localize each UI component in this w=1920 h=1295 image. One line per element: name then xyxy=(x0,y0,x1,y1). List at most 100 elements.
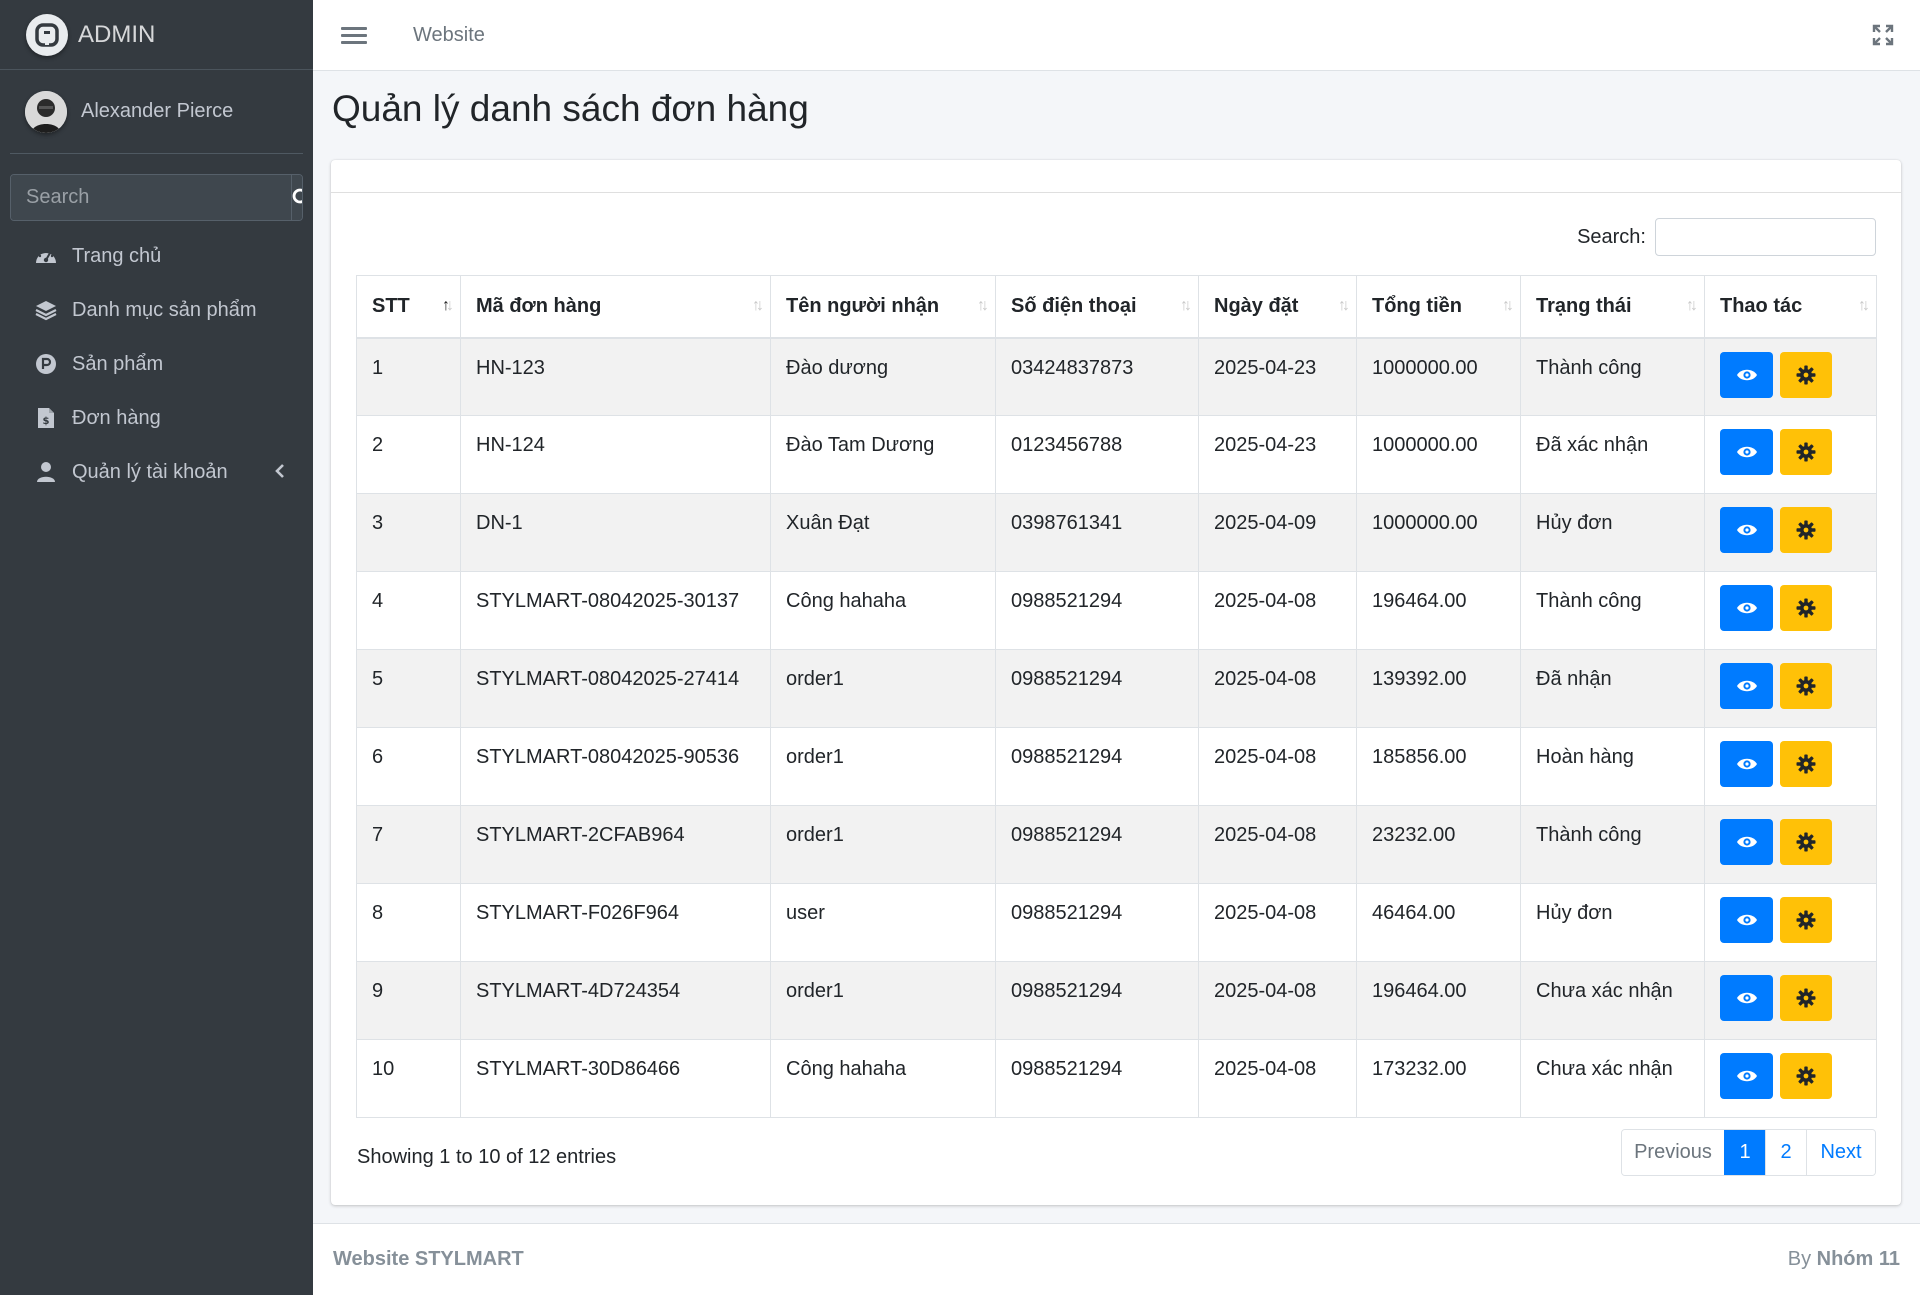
row-actions xyxy=(1720,585,1861,631)
fullscreen-icon[interactable] xyxy=(1872,24,1894,46)
column-header-status[interactable]: Trạng thái ↑↓ xyxy=(1520,275,1705,339)
gear-icon xyxy=(1796,832,1816,852)
sidebar-item-categories[interactable]: Danh mục sản phẩm xyxy=(0,283,313,337)
gear-icon xyxy=(1796,442,1816,462)
view-order-button[interactable] xyxy=(1720,975,1773,1021)
cell-order-code: HN-124 xyxy=(460,415,771,494)
cell-stt: 3 xyxy=(356,493,461,572)
hamburger-menu-icon[interactable] xyxy=(341,22,367,48)
cell-order-code: STYLMART-30D86466 xyxy=(460,1039,771,1118)
cell-total: 46464.00 xyxy=(1356,883,1521,962)
cell-order-date: 2025-04-08 xyxy=(1198,727,1357,806)
cell-actions xyxy=(1704,571,1877,650)
column-header-actions[interactable]: Thao tác ↑↓ xyxy=(1704,275,1877,339)
topbar-website-link[interactable]: Website xyxy=(413,24,485,47)
sidebar-item-home[interactable]: Trang chủ xyxy=(0,229,313,283)
pagination-next[interactable]: Next xyxy=(1806,1130,1875,1175)
column-header-stt[interactable]: STT ↑↓ xyxy=(356,275,461,339)
edit-order-button[interactable] xyxy=(1780,507,1832,553)
view-order-button[interactable] xyxy=(1720,351,1773,398)
view-order-button[interactable] xyxy=(1720,507,1773,553)
view-order-button[interactable] xyxy=(1720,741,1773,787)
eye-icon xyxy=(1736,834,1758,850)
sidebar-item-label: Quản lý tài khoản xyxy=(72,460,228,483)
cell-total: 196464.00 xyxy=(1356,961,1521,1040)
view-order-button[interactable] xyxy=(1720,585,1773,631)
gear-icon xyxy=(1796,676,1816,696)
edit-order-button[interactable] xyxy=(1780,975,1832,1021)
user-avatar[interactable] xyxy=(25,90,67,133)
sidebar-item-accounts[interactable]: Quản lý tài khoản xyxy=(0,445,313,499)
eye-icon xyxy=(1736,600,1758,616)
user-panel[interactable]: Alexander Pierce xyxy=(10,70,303,154)
table-search-input[interactable] xyxy=(1655,218,1876,256)
cell-phone: 0988521294 xyxy=(995,571,1199,650)
view-order-button[interactable] xyxy=(1720,429,1773,475)
cell-recipient: Xuân Đạt xyxy=(770,493,996,572)
view-order-button[interactable] xyxy=(1720,663,1773,709)
cell-actions xyxy=(1704,727,1877,806)
cell-phone: 0988521294 xyxy=(995,805,1199,884)
table-row: 2 HN-124 Đào Tam Dương 0123456788 2025-04-23… xyxy=(356,415,1877,494)
cell-stt: 2 xyxy=(356,415,461,494)
edit-order-button[interactable] xyxy=(1780,663,1832,709)
user-icon xyxy=(34,460,58,484)
table-search: Search: xyxy=(1577,218,1876,256)
brand-title: ADMIN xyxy=(78,20,156,48)
edit-order-button[interactable] xyxy=(1780,1053,1832,1099)
cell-phone: 0988521294 xyxy=(995,727,1199,806)
view-order-button[interactable] xyxy=(1720,897,1773,943)
column-header-total[interactable]: Tổng tiền ↑↓ xyxy=(1356,275,1521,339)
table-info: Showing 1 to 10 of 12 entries xyxy=(357,1146,617,1168)
cell-status: Đã nhận xyxy=(1520,649,1705,728)
edit-order-button[interactable] xyxy=(1780,351,1832,398)
eye-icon xyxy=(1736,912,1758,928)
page-title: Quản lý danh sách đơn hàng xyxy=(332,88,809,129)
edit-order-button[interactable] xyxy=(1780,585,1832,631)
column-header-order-code[interactable]: Mã đơn hàng ↑↓ xyxy=(460,275,771,339)
table-search-label: Search: xyxy=(1577,225,1646,248)
view-order-button[interactable] xyxy=(1720,819,1773,865)
cell-recipient: order1 xyxy=(770,649,996,728)
cell-actions xyxy=(1704,961,1877,1040)
row-actions xyxy=(1720,429,1861,475)
edit-order-button[interactable] xyxy=(1780,819,1832,865)
cell-order-date: 2025-04-08 xyxy=(1198,883,1357,962)
brand-link[interactable]: ADMIN xyxy=(0,0,313,70)
edit-order-button[interactable] xyxy=(1780,429,1832,475)
cell-actions xyxy=(1704,1039,1877,1118)
cell-order-date: 2025-04-09 xyxy=(1198,493,1357,572)
cell-phone: 0988521294 xyxy=(995,961,1199,1040)
cell-recipient: Công hahaha xyxy=(770,571,996,650)
pagination-previous[interactable]: Previous xyxy=(1622,1130,1724,1175)
cell-actions xyxy=(1704,493,1877,572)
orders-table-body: 1 HN-123 Đào dương 03424837873 2025-04-23 100… xyxy=(356,337,1877,1118)
cell-order-date: 2025-04-08 xyxy=(1198,961,1357,1040)
user-name[interactable]: Alexander Pierce xyxy=(81,100,233,123)
gear-icon xyxy=(1796,520,1816,540)
column-header-recipient[interactable]: Tên người nhận ↑↓ xyxy=(770,275,996,339)
sidebar-search-button[interactable] xyxy=(291,175,302,220)
view-order-button[interactable] xyxy=(1720,1053,1773,1099)
sidebar-item-products[interactable]: Sản phẩm xyxy=(0,337,313,391)
sidebar-item-orders[interactable]: $ Đơn hàng xyxy=(0,391,313,445)
pagination-page-2[interactable]: 2 xyxy=(1765,1130,1806,1175)
table-row: 5 STYLMART-08042025-27414 order1 0988521294… xyxy=(356,649,1877,728)
cell-order-date: 2025-04-23 xyxy=(1198,337,1357,416)
edit-order-button[interactable] xyxy=(1780,741,1832,787)
cell-order-date: 2025-04-23 xyxy=(1198,415,1357,494)
cell-recipient: Công hahaha xyxy=(770,1039,996,1118)
edit-order-button[interactable] xyxy=(1780,897,1832,943)
cell-recipient: Đào Tam Dương xyxy=(770,415,996,494)
cell-total: 1000000.00 xyxy=(1356,493,1521,572)
cell-total: 185856.00 xyxy=(1356,727,1521,806)
sidebar: ADMIN Alexander Pierce Search Trang chủ … xyxy=(0,0,313,1295)
row-actions xyxy=(1720,507,1861,553)
sidebar-search-input[interactable] xyxy=(11,175,291,220)
column-header-phone[interactable]: Số điện thoại ↑↓ xyxy=(995,275,1199,339)
cell-actions xyxy=(1704,415,1877,494)
pagination-page-1[interactable]: 1 xyxy=(1724,1130,1765,1175)
column-header-order-date[interactable]: Ngày đặt ↑↓ xyxy=(1198,275,1357,339)
table-row: 4 STYLMART-08042025-30137 Công hahaha 09885… xyxy=(356,571,1877,650)
table-header-row: STT ↑↓ Mã đơn hàng ↑↓ Tên người nhận ↑↓ Số … xyxy=(356,275,1877,339)
